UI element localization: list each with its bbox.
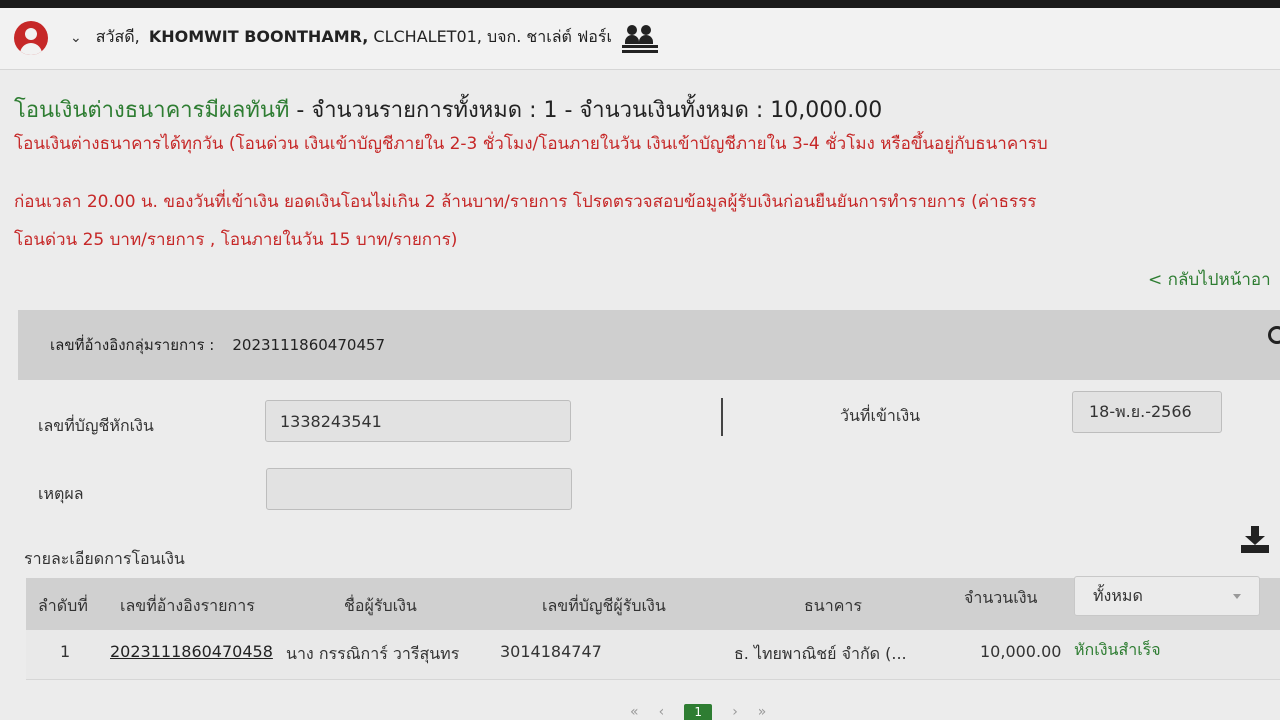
reason-field[interactable] xyxy=(266,468,572,510)
row-bank: ธ. ไทยพาณิชย์ จำกัด (... xyxy=(734,644,907,663)
status-filter-select[interactable]: ทั้งหมด xyxy=(1074,576,1260,616)
col-amount: จำนวนเงิน xyxy=(964,588,1038,607)
prev-page-icon[interactable]: ‹ xyxy=(659,704,665,720)
user-greeting: สวัสดี, KHOMWIT BOONTHAMR, CLCHALET01, บ… xyxy=(96,25,612,50)
chevron-down-icon xyxy=(1233,594,1241,599)
transfer-details-heading: รายละเอียดการโอนเงิน xyxy=(24,549,185,568)
group-reference-value: 2023111860470457 xyxy=(232,336,386,354)
status-filter-value: ทั้งหมด xyxy=(1093,585,1143,605)
back-link[interactable]: < กลับไปหน้าอา xyxy=(1148,266,1271,293)
col-account: เลขที่บัญชีผู้รับเงิน xyxy=(542,596,666,615)
current-page[interactable]: 1 xyxy=(684,704,713,720)
user-name: KHOMWIT BOONTHAMR, xyxy=(148,27,369,46)
search-icon[interactable] xyxy=(1268,326,1280,344)
reason-label: เหตุผล xyxy=(38,484,84,503)
notice-line-1: โอนเงินต่างธนาคารได้ทุกวัน (โอนด่วน เงิน… xyxy=(14,134,1048,154)
col-seq: ลำดับที่ xyxy=(38,596,88,615)
effective-date-field[interactable]: 18-พ.ย.-2566 xyxy=(1072,391,1222,433)
switch-company-icon[interactable] xyxy=(621,23,660,53)
top-bar: ⌄ สวัสดี, KHOMWIT BOONTHAMR, CLCHALET01,… xyxy=(0,0,1280,70)
pagination: « ‹ 1 › » xyxy=(630,704,766,720)
row-status: หักเงินสำเร็จ xyxy=(1074,640,1161,659)
row-account: 3014184747 xyxy=(500,642,602,661)
page-title-summary: - จำนวนรายการทั้งหมด : 1 - จำนวนเงินทั้ง… xyxy=(289,98,883,123)
row-payee: นาง กรรณิการ์ วารีสุนทร xyxy=(286,644,460,663)
effective-date-label: วันที่เข้าเงิน xyxy=(840,406,921,425)
divider xyxy=(721,398,723,436)
page-title: โอนเงินต่างธนาคารมีผลทันที - จำนวนรายการ… xyxy=(14,92,882,127)
group-reference-bar: เลขที่อ้างอิงกลุ่มรายการ : 2023111860470… xyxy=(18,310,1280,380)
chevron-down-icon[interactable]: ⌄ xyxy=(70,30,82,46)
page-title-main: โอนเงินต่างธนาคารมีผลทันที xyxy=(14,98,290,123)
col-payee: ชื่อผู้รับเงิน xyxy=(344,596,417,615)
last-page-icon[interactable]: » xyxy=(758,704,767,720)
col-ref: เลขที่อ้างอิงรายการ xyxy=(120,596,255,615)
user-avatar-icon[interactable] xyxy=(14,20,48,55)
download-icon[interactable] xyxy=(1240,526,1270,554)
debit-account-label: เลขที่บัญชีหักเงิน xyxy=(38,416,154,435)
next-page-icon[interactable]: › xyxy=(732,704,738,720)
row-seq: 1 xyxy=(60,642,71,661)
row-amount: 10,000.00 xyxy=(980,642,1062,661)
col-bank: ธนาคาร xyxy=(804,596,862,615)
row-ref-link[interactable]: 2023111860470458 xyxy=(110,642,273,661)
table-row: 1 2023111860470458 นาง กรรณิการ์ วารีสุน… xyxy=(26,630,1280,680)
notice-line-2: ก่อนเวลา 20.00 น. ของวันที่เข้าเงิน ยอดเ… xyxy=(14,192,1037,212)
group-reference-label: เลขที่อ้างอิงกลุ่มรายการ : xyxy=(50,336,215,354)
debit-account-field[interactable]: 1338243541 xyxy=(265,400,571,442)
notice-line-3: โอนด่วน 25 บาท/รายการ , โอนภายในวัน 15 บ… xyxy=(14,230,458,250)
greeting-prefix: สวัสดี, xyxy=(95,27,140,46)
first-page-icon[interactable]: « xyxy=(630,704,639,720)
company-name: CLCHALET01, บจก. ชาเล่ต์ ฟอร์เ xyxy=(373,27,612,46)
